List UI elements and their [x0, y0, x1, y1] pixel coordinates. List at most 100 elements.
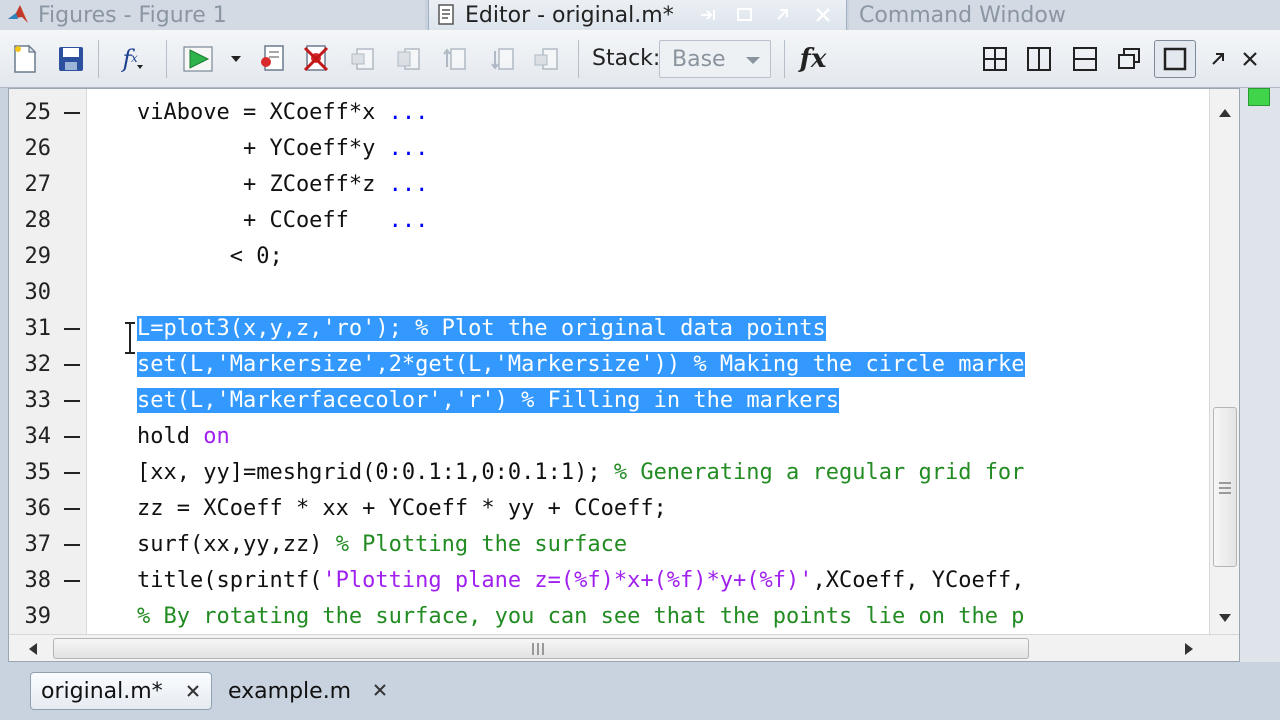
doc-tab-example[interactable]: example.m [218, 672, 398, 710]
code-line[interactable]: 31 L=plot3(x,y,z,'ro'); % Plot the origin… [9, 311, 1209, 347]
code-token: ... [388, 136, 429, 161]
tab-editor[interactable]: Editor - original.m* [428, 0, 847, 30]
float-window-icon[interactable] [1112, 42, 1146, 76]
code-token: 'Plotting plane z=(%f)*x+(%f)*y+(%f)' [322, 568, 813, 593]
breakpoint-set-icon[interactable] [256, 42, 290, 76]
breakpoint-dash-icon[interactable] [64, 112, 80, 114]
code-line[interactable]: 32 set(L,'Markersize',2*get(L,'Markersize… [9, 347, 1209, 383]
tab-figures-label: Figures - Figure 1 [38, 2, 227, 28]
run-dropdown-icon[interactable] [224, 42, 248, 76]
code-line[interactable]: 34 hold on [9, 419, 1209, 455]
code-text: + YCoeff*y ... [137, 131, 428, 167]
selection-highlight: set(L,'Markerfacecolor','r') % Filling i… [137, 388, 840, 413]
debug-exit-icon [530, 42, 564, 76]
tab-figures[interactable]: Figures - Figure 1 [0, 0, 425, 30]
breakpoint-dash-icon[interactable] [64, 508, 80, 510]
code-token: )) [653, 352, 694, 377]
horizontal-scroll-thumb[interactable] [53, 638, 1029, 659]
line-number: 35 [24, 460, 52, 485]
doc-tab-label: original.m* [41, 678, 163, 704]
breakpoint-dash-icon[interactable] [64, 544, 80, 546]
code-text: zz = XCoeff * xx + YCoeff * yy + CCoeff; [137, 491, 667, 527]
code-analyzer-ok-icon[interactable] [1248, 88, 1270, 106]
code-token: zz = XCoeff * xx + YCoeff * yy + CCoeff; [137, 496, 667, 521]
code-line[interactable]: 25 viAbove = XCoeff*x ... [9, 95, 1209, 131]
save-icon[interactable] [54, 42, 88, 76]
horizontal-scrollbar[interactable] [9, 634, 1239, 661]
code-line[interactable]: 38 title(sprintf('Plotting plane z=(%f)*x… [9, 563, 1209, 599]
close-icon[interactable] [183, 681, 203, 701]
breakpoint-dash-icon[interactable] [64, 400, 80, 402]
maximize-doc-icon[interactable] [1154, 40, 1196, 78]
code-token: 'ro' [322, 316, 376, 341]
code-token: ... [388, 172, 429, 197]
matlab-logo-icon [0, 0, 38, 30]
close-doc-icon[interactable] [1236, 42, 1264, 76]
code-line[interactable]: 29 < 0; [9, 239, 1209, 275]
code-analyzer-bar [1240, 88, 1280, 662]
code-token: hold [137, 424, 204, 449]
debug-step-icon [346, 42, 380, 76]
code-line[interactable]: 30 [9, 275, 1209, 311]
run-icon[interactable] [182, 42, 216, 76]
insert-function-icon[interactable]: f x [114, 42, 154, 76]
line-number: 28 [24, 208, 52, 233]
code-line[interactable]: 36 zz = XCoeff * xx + YCoeff * yy + CCoef… [9, 491, 1209, 527]
vertical-scrollbar[interactable] [1209, 89, 1239, 634]
scroll-left-icon[interactable] [29, 643, 37, 655]
breakpoint-dash-icon[interactable] [64, 472, 80, 474]
code-text: title(sprintf('Plotting plane z=(%f)*x+(… [137, 563, 1024, 599]
text-cursor-icon [123, 321, 137, 355]
maximize-icon[interactable] [731, 3, 759, 27]
code-token: set(L, [137, 388, 217, 413]
line-number: 37 [24, 532, 52, 557]
code-token: title(sprintf( [137, 568, 323, 593]
dock-icon[interactable] [769, 3, 797, 27]
code-line[interactable]: 39 % By rotating the surface, you can see… [9, 599, 1209, 635]
breakpoint-dash-icon[interactable] [64, 328, 80, 330]
code-token: surf(xx,yy,zz) [137, 532, 336, 557]
code-token: 'r' [454, 388, 495, 413]
tile-grid-icon[interactable] [978, 42, 1012, 76]
close-icon[interactable] [370, 680, 390, 700]
scroll-up-icon[interactable] [1219, 109, 1231, 117]
code-token: , [441, 388, 455, 413]
doc-tab-original[interactable]: original.m* [30, 672, 212, 710]
selection-highlight: set(L,'Markersize',2*get(L,'Markersize')… [137, 352, 1025, 377]
breakpoint-dash-icon[interactable] [64, 364, 80, 366]
code-line[interactable]: 26 + YCoeff*y ... [9, 131, 1209, 167]
debug-step-in-icon [392, 42, 426, 76]
code-text: hold on [137, 419, 230, 455]
doc-tab-label: example.m [228, 678, 352, 704]
code-token: % Making the circle marke [693, 352, 1025, 377]
selection-highlight: L=plot3(x,y,z,'ro'); % Plot the original… [137, 316, 826, 341]
close-editor-icon[interactable] [809, 3, 837, 27]
tile-top-bottom-icon[interactable] [1068, 42, 1102, 76]
code-line[interactable]: 37 surf(xx,yy,zz) % Plotting the surface [9, 527, 1209, 563]
clear-breakpoints-icon[interactable] [298, 42, 332, 76]
toolbar-separator [578, 40, 579, 78]
tile-left-right-icon[interactable] [1022, 42, 1056, 76]
code-area[interactable]: 25 viAbove = XCoeff*x ... 26 + YCoeff*y ..… [9, 95, 1209, 635]
breakpoint-dash-icon[interactable] [64, 580, 80, 582]
code-token: % Plotting the surface [335, 532, 628, 557]
function-browser-icon[interactable]: fx [794, 42, 832, 76]
code-line[interactable]: 35 [xx, yy]=meshgrid(0:0.1:1,0:0.1:1); % … [9, 455, 1209, 491]
vertical-scroll-thumb[interactable] [1213, 407, 1237, 567]
scroll-down-icon[interactable] [1219, 614, 1231, 622]
undock-icon[interactable] [695, 3, 723, 27]
new-file-icon[interactable] [8, 42, 42, 76]
code-line[interactable]: 27 + ZCoeff*z ... [9, 167, 1209, 203]
breakpoint-dash-icon[interactable] [64, 436, 80, 438]
line-number: 27 [24, 172, 52, 197]
chevron-down-icon [746, 57, 760, 64]
undock-doc-icon[interactable] [1204, 42, 1232, 76]
code-line[interactable]: 28 + CCoeff ... [9, 203, 1209, 239]
fx-big-label: fx [799, 44, 827, 74]
tab-command-window[interactable]: Command Window [849, 0, 1280, 30]
code-line[interactable]: 33 set(L,'Markerfacecolor','r') % Filling… [9, 383, 1209, 419]
code-token: + YCoeff*y [137, 136, 389, 161]
line-number: 25 [24, 100, 52, 125]
code-editor[interactable]: 25 viAbove = XCoeff*x ... 26 + YCoeff*y ..… [8, 88, 1240, 662]
scroll-right-icon[interactable] [1185, 643, 1193, 655]
